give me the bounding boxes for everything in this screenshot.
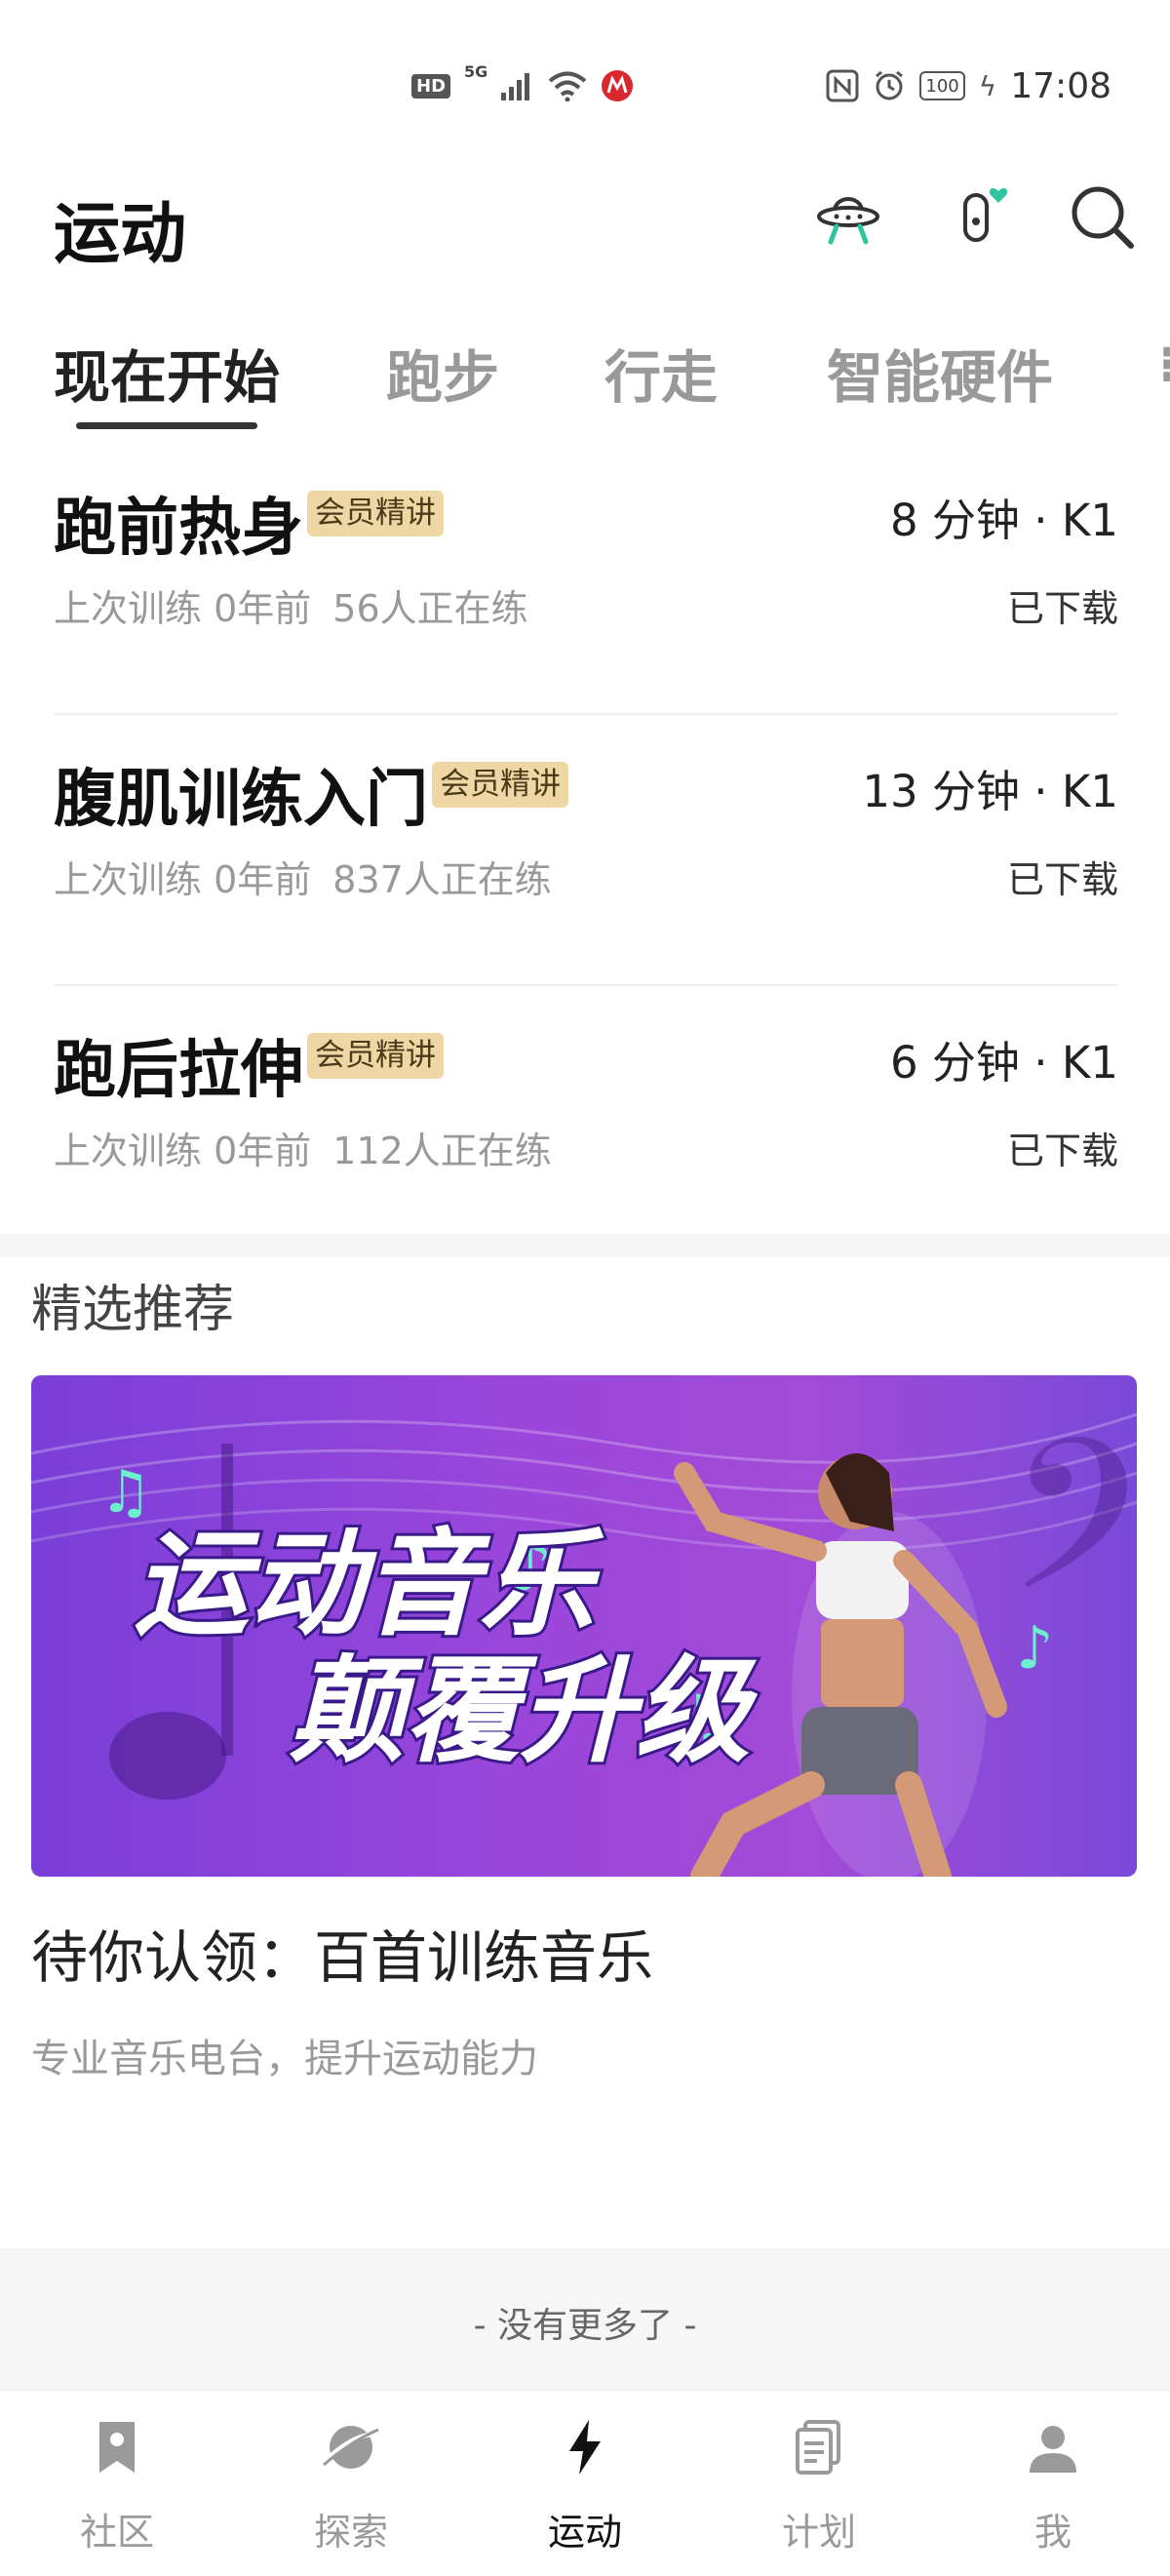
- last-trained: 上次训练 0年前: [54, 1129, 312, 1172]
- last-trained: 上次训练 0年前: [54, 858, 312, 901]
- hd-icon: HD: [411, 73, 451, 99]
- nav-label: 我: [1034, 2511, 1072, 2554]
- search-icon[interactable]: [1063, 178, 1141, 256]
- nav-label: 社区: [79, 2511, 154, 2554]
- recommend-subtitle: 专业音乐电台，提升运动能力: [31, 2037, 538, 2081]
- app-header: 运动: [0, 146, 1170, 293]
- bookmark-icon: [99, 2422, 135, 2473]
- tab-walking[interactable]: 行走: [604, 332, 718, 414]
- download-status: 已下载: [1006, 587, 1118, 630]
- section-title: 精选推荐: [31, 1281, 235, 1339]
- svg-text:♪: ♪: [1016, 1614, 1053, 1683]
- course-item[interactable]: 跑前热身 会员精讲 8 分钟 · K1 上次训练 0年前 56人正在练 已下载: [54, 444, 1118, 715]
- battery-icon: 100: [919, 71, 965, 100]
- band-device-icon[interactable]: [942, 178, 1020, 256]
- nav-item-explore[interactable]: 探索: [234, 2391, 468, 2576]
- course-duration: 8 分钟 · K1: [890, 495, 1118, 546]
- course-title-wrap: 跑前热身 会员精讲: [54, 478, 444, 568]
- tab-overflow-more[interactable]: ⁝: [1158, 336, 1170, 394]
- page-title: 运动: [54, 196, 187, 273]
- last-trained: 上次训练 0年前: [54, 587, 312, 630]
- bank-logo-icon: [602, 70, 634, 101]
- status-icons-right: 100 ϟ 17:08: [826, 62, 1112, 109]
- charging-icon: ϟ: [978, 69, 997, 102]
- course-title-wrap: 跑后拉伸 会员精讲: [54, 1020, 444, 1110]
- participants-count: 837人正在练: [332, 858, 552, 901]
- course-duration: 13 分钟 · K1: [862, 766, 1118, 817]
- lightning-icon: [569, 2420, 601, 2475]
- download-status: 已下载: [1006, 858, 1118, 901]
- participants-count: 56人正在练: [332, 587, 528, 630]
- list-footer: - 没有更多了 -: [0, 2248, 1170, 2390]
- no-more-text: - 没有更多了 -: [473, 2306, 697, 2346]
- bottom-nav: 社区 探索 运动 计划 我: [0, 2390, 1170, 2576]
- nav-item-plan[interactable]: 计划: [702, 2391, 936, 2576]
- tab-bar: 现在开始 跑步 行走 智能硬件 ⁝: [0, 322, 1170, 439]
- ufo-icon[interactable]: [809, 178, 887, 256]
- banner-artwork: 𝄢 ♫ ♪ ♫ ♪ 运动音乐 颠覆升级: [31, 1395, 1137, 1877]
- document-icon: [796, 2420, 840, 2475]
- course-title: 跑前热身: [54, 493, 303, 565]
- person-icon: [1030, 2426, 1076, 2473]
- course-meta: 上次训练 0年前 837人正在练: [54, 850, 552, 903]
- nav-label: 运动: [547, 2511, 622, 2554]
- wifi-icon: [549, 71, 587, 101]
- status-bar: HD 5G 100 ϟ 17:08: [0, 0, 1170, 146]
- participants-count: 112人正在练: [332, 1129, 552, 1172]
- course-duration: 6 分钟 · K1: [890, 1037, 1118, 1089]
- nfc-icon: [826, 69, 859, 102]
- banner-line1: 运动音乐: [134, 1517, 604, 1651]
- download-status: 已下载: [1006, 1129, 1118, 1172]
- nav-item-community[interactable]: 社区: [0, 2391, 234, 2576]
- nav-item-me[interactable]: 我: [936, 2391, 1170, 2576]
- banner-line2: 颠覆升级: [290, 1644, 759, 1778]
- recommend-title[interactable]: 待你认领：百首训练音乐: [31, 1912, 653, 1994]
- clock-time: 17:08: [1010, 65, 1112, 106]
- course-item[interactable]: 腹肌训练入门 会员精讲 13 分钟 · K1 上次训练 0年前 837人正在练 已…: [54, 715, 1118, 986]
- nav-item-sport[interactable]: 运动: [468, 2391, 702, 2576]
- signal-icon: [501, 73, 530, 100]
- nav-label: 探索: [313, 2511, 388, 2554]
- nav-label: 计划: [781, 2511, 856, 2554]
- vip-tag: 会员精讲: [307, 490, 444, 536]
- status-icons-left: HD 5G: [411, 62, 634, 109]
- music-banner[interactable]: 𝄢 ♫ ♪ ♫ ♪ 运动音乐 颠覆升级: [31, 1375, 1137, 1877]
- section-separator: [0, 1234, 1170, 1257]
- active-tab-indicator: [76, 422, 257, 429]
- course-title-wrap: 腹肌训练入门 会员精讲: [54, 749, 568, 839]
- course-meta: 上次训练 0年前 112人正在练: [54, 1121, 552, 1174]
- course-title: 腹肌训练入门: [54, 764, 428, 836]
- course-title: 跑后拉伸: [54, 1035, 303, 1107]
- vip-tag: 会员精讲: [432, 761, 568, 808]
- tab-start-now[interactable]: 现在开始: [54, 332, 280, 414]
- network-type: 5G: [464, 62, 488, 81]
- tab-smart-hardware[interactable]: 智能硬件: [827, 332, 1053, 414]
- planet-icon: [323, 2426, 379, 2469]
- course-meta: 上次训练 0年前 56人正在练: [54, 578, 528, 632]
- vip-tag: 会员精讲: [307, 1032, 444, 1079]
- alarm-icon: [876, 70, 904, 100]
- tab-running[interactable]: 跑步: [386, 332, 499, 414]
- course-item[interactable]: 跑后拉伸 会员精讲 6 分钟 · K1 上次训练 0年前 112人正在练 已下载: [54, 986, 1118, 1257]
